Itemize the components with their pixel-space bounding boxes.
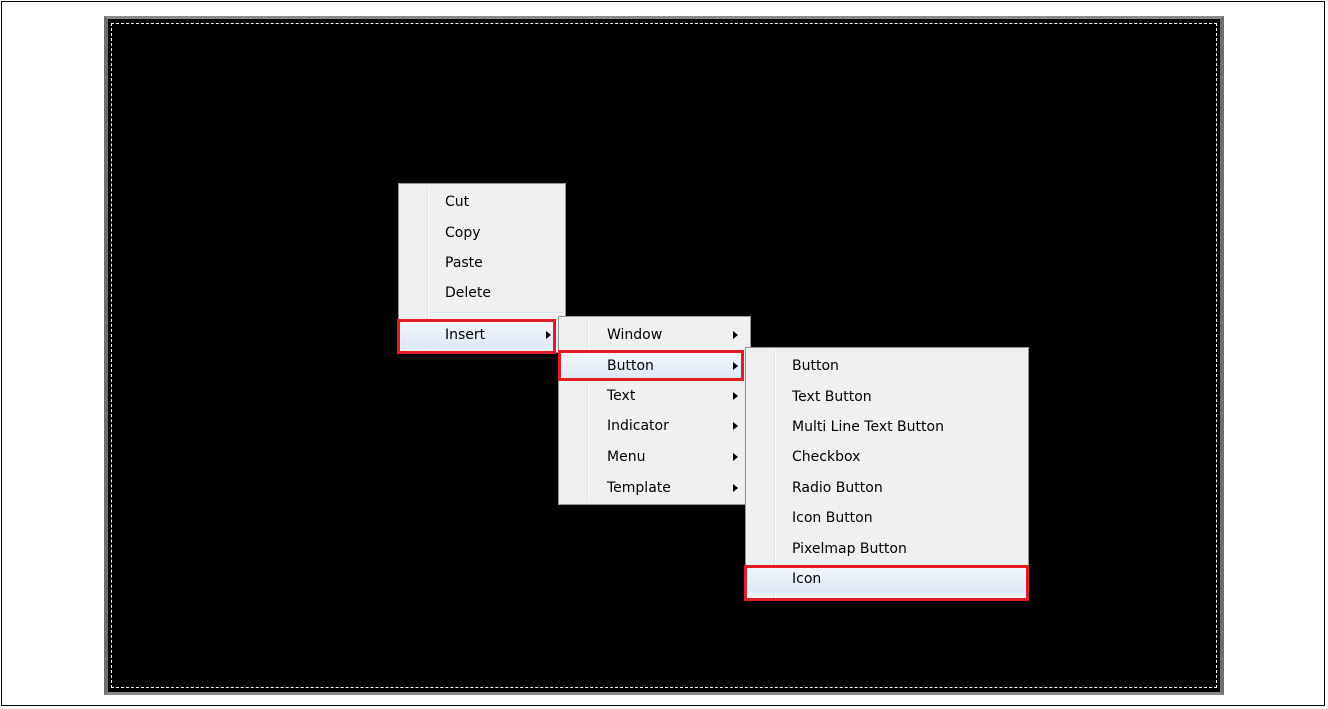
menu-item-paste[interactable]: Paste	[401, 249, 563, 277]
submenu-arrow-icon	[546, 331, 551, 339]
menu-item-label: Text Button	[792, 389, 872, 405]
menu-item-label: Indicator	[607, 418, 669, 434]
menu-item-label: Text	[607, 388, 636, 404]
submenu-arrow-icon	[733, 484, 738, 492]
menu-item-icon-button[interactable]: Icon Button	[748, 504, 1026, 532]
menu-item-label: Pixelmap Button	[792, 541, 907, 557]
menu-item-label: Icon	[792, 571, 822, 587]
menu-item-label: Checkbox	[792, 449, 861, 465]
menu-item-label: Button	[607, 358, 654, 374]
menu-item-text[interactable]: Text	[561, 382, 748, 410]
menu-item-cut[interactable]: Cut	[401, 188, 563, 216]
submenu-arrow-icon	[733, 422, 738, 430]
menu-item-label: Cut	[445, 194, 470, 210]
menu-item-button[interactable]: Button	[561, 352, 748, 380]
menu-item-label: Insert	[445, 327, 486, 343]
menu-item-label: Window	[607, 327, 663, 343]
menu-item-template[interactable]: Template	[561, 474, 748, 502]
menu-item-insert[interactable]: Insert	[401, 321, 563, 349]
menu-item-label: Button	[792, 358, 839, 374]
menu-item-label: Delete	[445, 285, 491, 301]
menu-item-label: Radio Button	[792, 480, 883, 496]
menu-item-pixelmap-button[interactable]: Pixelmap Button	[748, 535, 1026, 563]
menu-item-copy[interactable]: Copy	[401, 219, 563, 247]
menu-item-delete[interactable]: Delete	[401, 279, 563, 307]
submenu-arrow-icon	[733, 362, 738, 370]
menu-item-checkbox[interactable]: Checkbox	[748, 443, 1026, 471]
menu-item-text-button[interactable]: Text Button	[748, 383, 1026, 411]
menu-item-indicator[interactable]: Indicator	[561, 412, 748, 440]
menu-item-button-widget[interactable]: Button	[748, 352, 1026, 380]
menu-item-label: Template	[607, 480, 671, 496]
menu-item-multi-line-text-button[interactable]: Multi Line Text Button	[748, 413, 1026, 441]
menu-item-window[interactable]: Window	[561, 321, 748, 349]
submenu-arrow-icon	[733, 392, 738, 400]
menu-separator	[429, 312, 563, 314]
menu-item-label: Paste	[445, 255, 483, 271]
menu-item-label: Copy	[445, 225, 481, 241]
menu-item-radio-button[interactable]: Radio Button	[748, 474, 1026, 502]
insert-submenu: Window Button Text Indicator Menu Templa…	[558, 316, 751, 505]
submenu-arrow-icon	[733, 331, 738, 339]
context-menu: Cut Copy Paste Delete Insert	[398, 183, 566, 353]
menu-item-icon[interactable]: Icon	[748, 565, 1026, 593]
menu-item-label: Menu	[607, 449, 646, 465]
button-submenu: Button Text Button Multi Line Text Butto…	[745, 347, 1029, 601]
menu-item-label: Icon Button	[792, 510, 873, 526]
menu-item-menu[interactable]: Menu	[561, 443, 748, 471]
submenu-arrow-icon	[733, 453, 738, 461]
menu-item-label: Multi Line Text Button	[792, 419, 944, 435]
